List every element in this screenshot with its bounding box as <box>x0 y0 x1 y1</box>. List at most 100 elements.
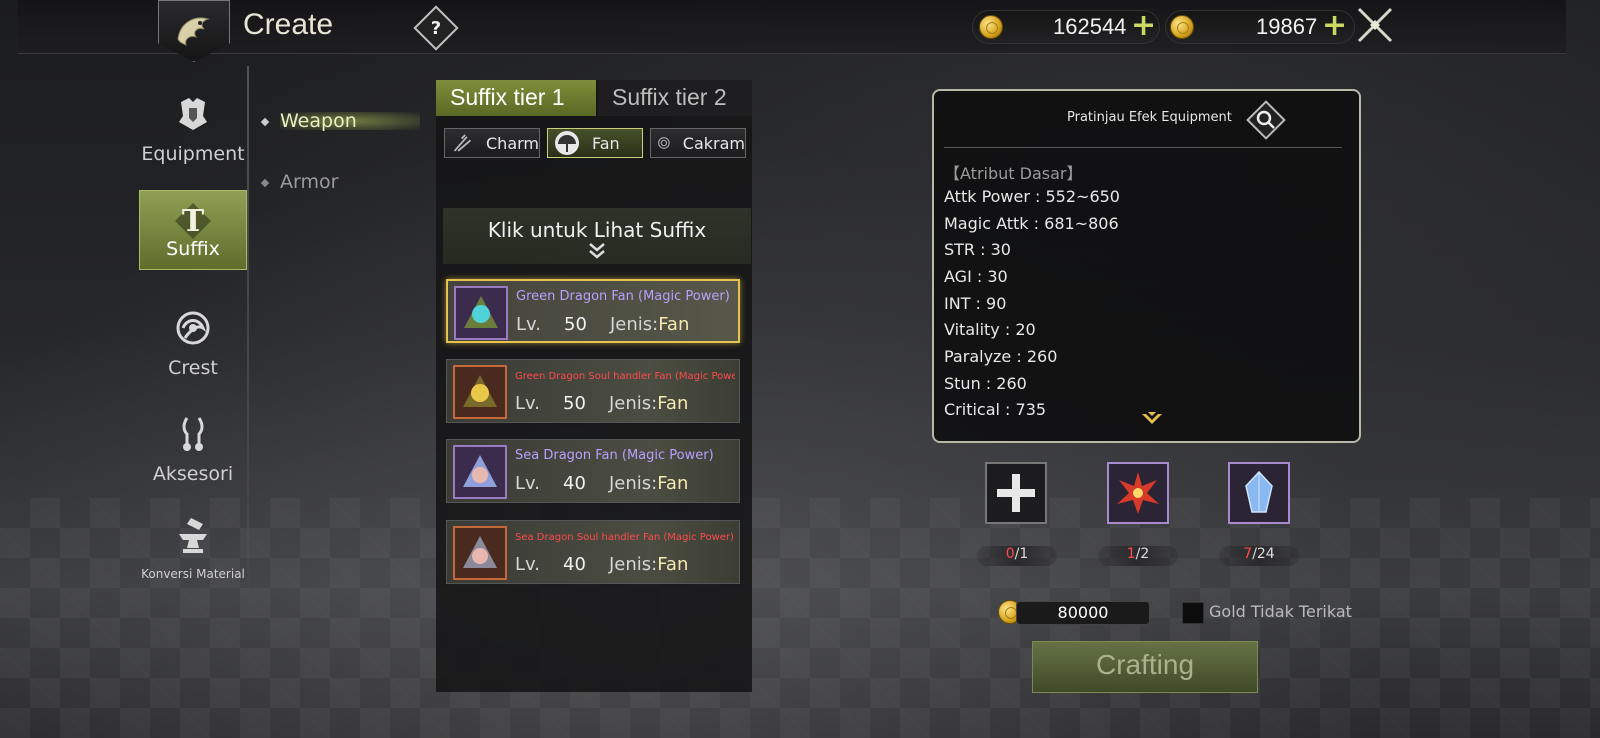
item-lv-value: 40 <box>563 473 586 494</box>
fan-item-icon <box>463 375 497 407</box>
item-type: Jenis:Fan <box>610 314 690 335</box>
attribute-line: Critical : 735 <box>944 400 1047 419</box>
fan-item-icon <box>464 296 498 328</box>
sub-item-armor[interactable]: Armor <box>260 171 339 193</box>
crystal-material-icon <box>1245 470 1273 513</box>
nav-item-label: Suffix <box>166 238 220 260</box>
currency-gold-value: 162544 <box>1053 14 1127 39</box>
magnifier-glyph <box>1256 110 1275 129</box>
charm-icon <box>453 134 472 152</box>
double-chevron-down-icon[interactable] <box>587 241 607 259</box>
attribute-line: Attk Power : 552~650 <box>944 187 1120 206</box>
crest-icon <box>176 311 210 345</box>
burst-material-icon <box>1117 472 1159 514</box>
attribute-section-heading: 【Atribut Dasar】 <box>944 164 1083 183</box>
item-type: Jenis:Fan <box>609 393 689 414</box>
attribute-line: Vitality : 20 <box>944 320 1036 339</box>
bullet-icon <box>260 117 270 126</box>
svg-text:T: T <box>182 204 205 239</box>
suffix-t-icon: T <box>175 203 211 239</box>
currency-coin-value: 19867 <box>1256 14 1318 39</box>
nav-item-konversi-material[interactable]: Konversi Material <box>139 516 247 586</box>
nav-item-label: Konversi Material <box>141 567 245 581</box>
suffix-item[interactable]: Sea Dragon Soul handler Fan (Magic Power… <box>446 520 740 584</box>
suffix-item[interactable]: Green Dragon Fan (Magic Power) Lv. 50 Je… <box>446 279 740 343</box>
nav-item-label: Crest <box>168 357 218 379</box>
type-cakram-button[interactable]: Cakram <box>650 128 746 158</box>
dragon-icon <box>177 17 210 46</box>
item-lv-label: Lv. <box>515 554 541 575</box>
item-name: Green Dragon Soul handler Fan (Magic Pow… <box>515 371 735 382</box>
plus-icon <box>997 474 1035 512</box>
type-fan-button[interactable]: Fan <box>547 128 643 158</box>
currency-coin-bar: 19867 + <box>1165 10 1355 44</box>
type-label: Charm <box>486 133 539 153</box>
suffix-item[interactable]: Sea Dragon Fan (Magic Power) Lv. 40 Jeni… <box>446 439 740 503</box>
fan-item-icon <box>463 455 497 487</box>
unbound-gold-label: Gold Tidak Terikat <box>1209 602 1352 621</box>
question-icon: ? <box>430 17 442 39</box>
attribute-line: Paralyze : 260 <box>944 347 1058 366</box>
nav-item-label: Aksesori <box>152 463 234 485</box>
attribute-line: AGI : 30 <box>944 267 1008 286</box>
material-count: 0/1 <box>977 546 1057 566</box>
add-gold-button[interactable]: + <box>1131 11 1156 41</box>
page-title: Create <box>243 8 334 41</box>
sub-item-weapon[interactable]: Weapon <box>260 110 357 132</box>
item-lv-value: 50 <box>563 393 586 414</box>
nav-item-aksesori[interactable]: Aksesori <box>139 414 247 485</box>
fan-item-icon <box>463 536 497 568</box>
tab-suffix-tier-1[interactable]: Suffix tier 1 <box>436 80 596 116</box>
add-coin-button[interactable]: + <box>1322 11 1347 41</box>
close-icon[interactable] <box>1356 6 1394 44</box>
attribute-line: Magic Attk : 681~806 <box>944 214 1119 233</box>
item-type: Jenis:Fan <box>609 473 689 494</box>
type-label: Cakram <box>682 133 745 153</box>
currency-gold-bar: 162544 + <box>972 10 1160 44</box>
preview-title: Pratinjau Efek Equipment <box>1067 110 1232 125</box>
attribute-line: STR : 30 <box>944 240 1011 259</box>
material-count: 7/24 <box>1219 546 1299 566</box>
item-thumbnail <box>453 526 507 580</box>
scroll-down-icon[interactable] <box>1138 404 1166 432</box>
nav-item-equipment[interactable]: Equipment <box>139 94 247 165</box>
coin-icon <box>1170 15 1194 39</box>
divider <box>944 147 1342 148</box>
unbound-gold-checkbox[interactable] <box>1182 602 1204 624</box>
nav-item-label: Equipment <box>141 143 245 165</box>
item-thumbnail <box>454 286 508 340</box>
attribute-line: INT : 90 <box>944 294 1007 313</box>
item-type: Jenis:Fan <box>609 554 689 575</box>
item-thumbnail <box>453 445 507 499</box>
gold-coin-icon <box>979 15 1003 39</box>
item-lv-value: 50 <box>564 314 587 335</box>
suffix-item[interactable]: Green Dragon Soul handler Fan (Magic Pow… <box>446 359 740 423</box>
item-lv-label: Lv. <box>516 314 542 335</box>
material-slot-crystal[interactable] <box>1228 462 1290 524</box>
material-slot-burst[interactable] <box>1107 462 1169 524</box>
sub-item-label: Weapon <box>280 110 357 132</box>
item-lv-value: 40 <box>563 554 586 575</box>
item-name: Sea Dragon Soul handler Fan (Magic Power… <box>515 532 734 543</box>
nav-item-crest[interactable]: Crest <box>139 308 247 379</box>
type-charm-button[interactable]: Charm <box>444 128 540 158</box>
item-lv-label: Lv. <box>515 393 541 414</box>
sub-item-label: Armor <box>280 171 339 193</box>
attribute-line: Stun : 260 <box>944 374 1027 393</box>
nav-item-suffix[interactable]: T Suffix <box>139 190 247 270</box>
cakram-icon <box>658 137 670 149</box>
anvil-icon <box>179 518 207 553</box>
tab-suffix-tier-2[interactable]: Suffix tier 2 <box>598 80 752 116</box>
armor-icon <box>179 98 207 130</box>
fan-icon <box>555 131 579 155</box>
nav-divider <box>247 66 249 606</box>
item-name: Sea Dragon Fan (Magic Power) <box>515 448 714 463</box>
item-name: Green Dragon Fan (Magic Power) <box>516 289 730 304</box>
crafting-button[interactable]: Crafting <box>1032 641 1258 693</box>
gold-cost-value: 80000 <box>1016 601 1150 625</box>
material-slot-add[interactable] <box>985 462 1047 524</box>
material-count: 1/2 <box>1098 546 1178 566</box>
type-label: Fan <box>592 133 620 153</box>
item-lv-label: Lv. <box>515 473 541 494</box>
accessory-icon <box>182 417 204 451</box>
